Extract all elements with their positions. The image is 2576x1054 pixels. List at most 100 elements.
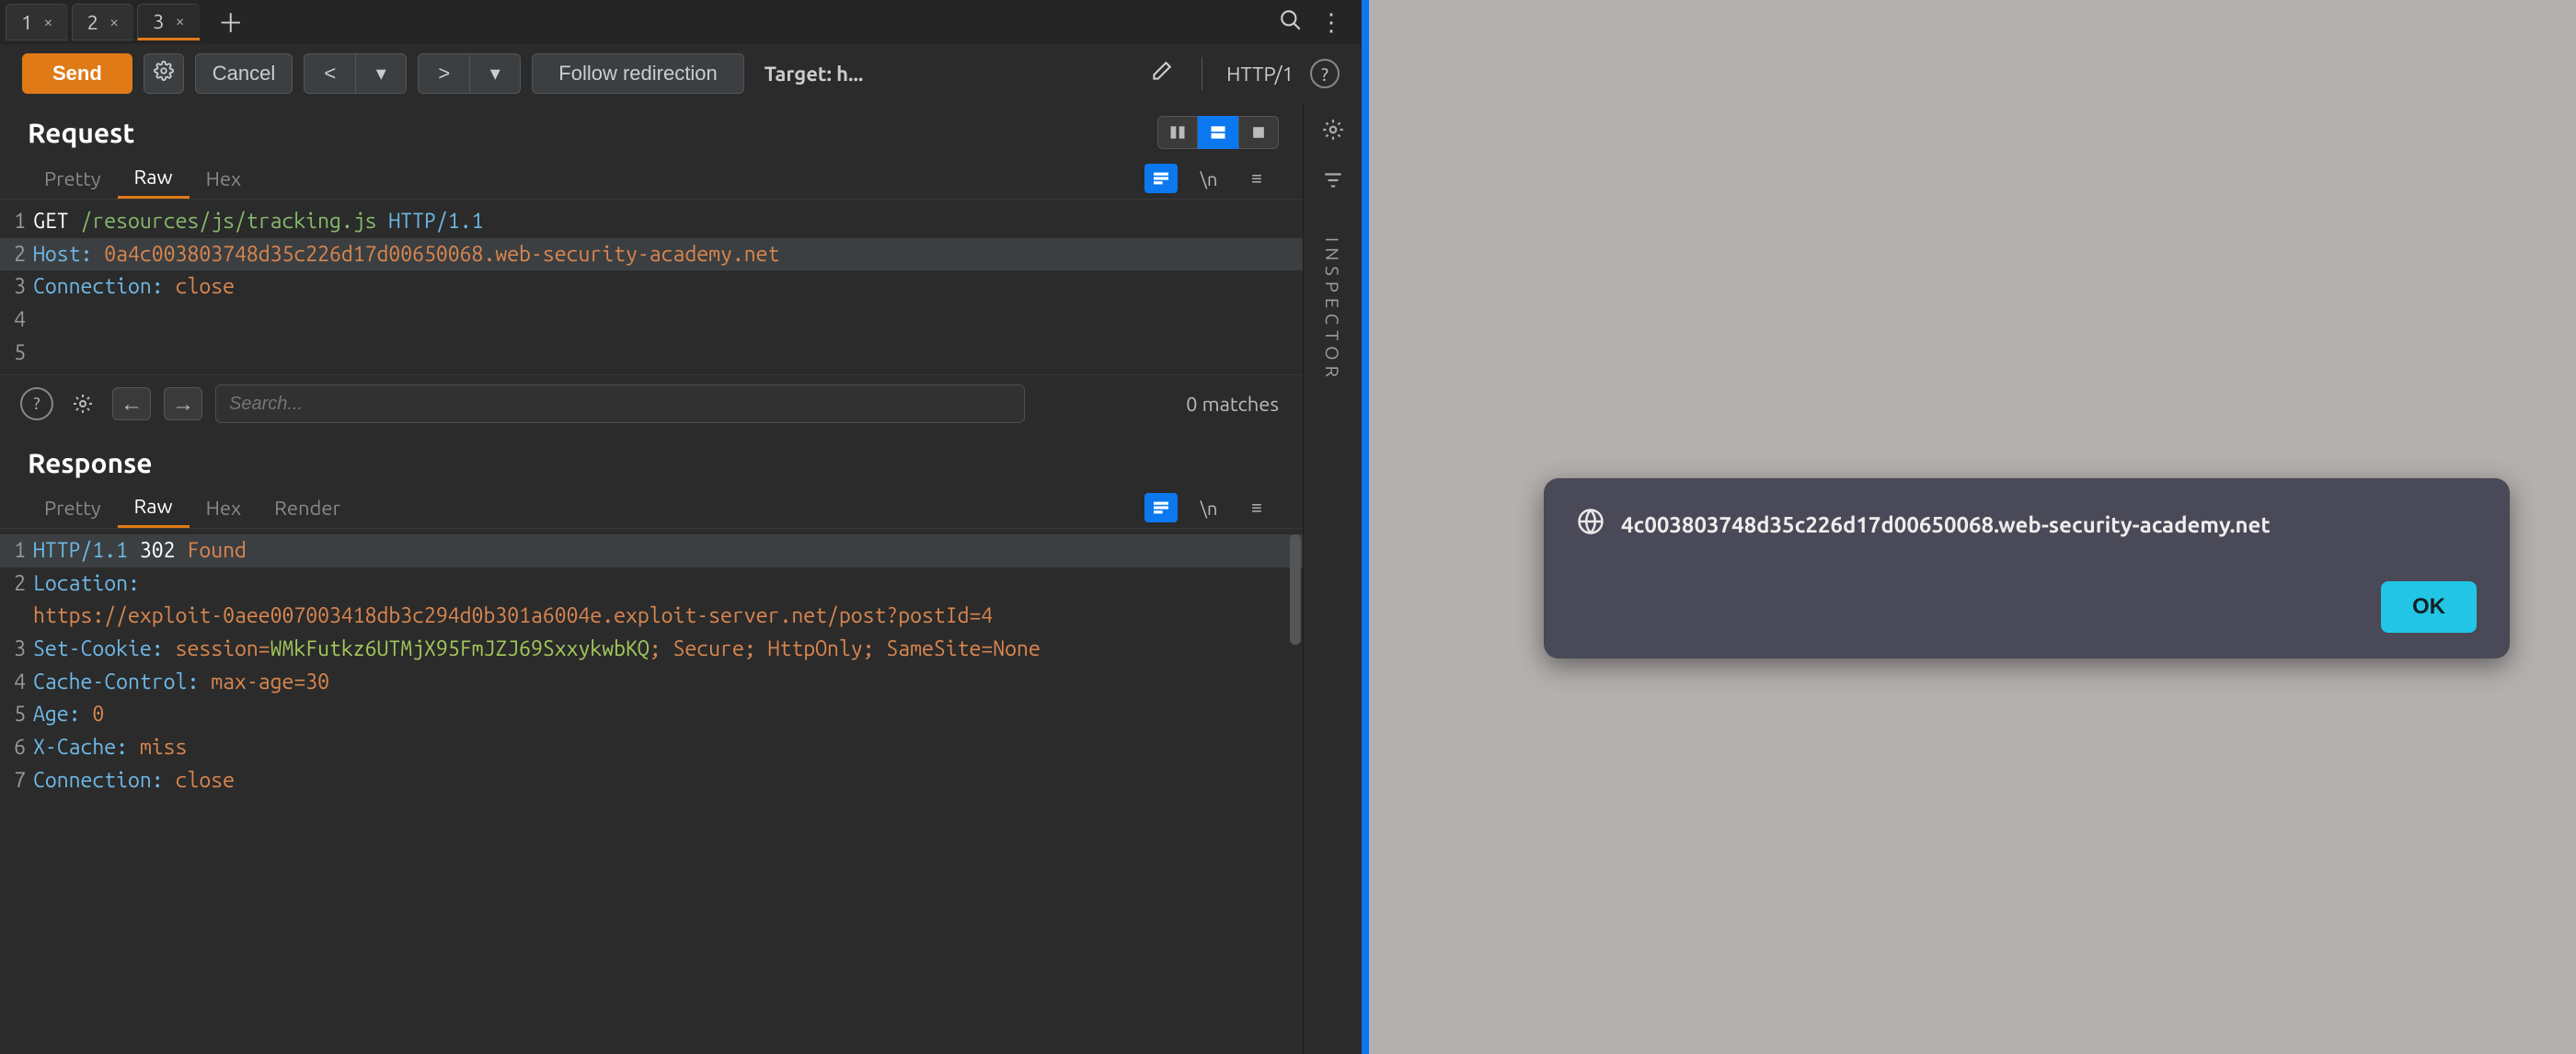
chevron-right-icon: > <box>438 62 450 86</box>
action-bar: Send Cancel < ▾ > ▾ Follow redirection T… <box>0 44 1362 103</box>
close-icon[interactable]: × <box>43 13 52 31</box>
help-icon[interactable]: ? <box>1310 59 1340 88</box>
code-line[interactable]: 3Connection: close <box>0 270 1303 304</box>
code-line[interactable]: 2Location: <box>0 567 1303 601</box>
code-line[interactable]: 7Connection: close <box>0 764 1303 797</box>
request-view-tabs: Pretty Raw Hex \n ≡ <box>0 153 1303 200</box>
render-pane: 4c003803748d35c226d17d00650068.web-secur… <box>1362 0 2576 1054</box>
response-view-tools: \n ≡ <box>1144 493 1279 522</box>
search-icon[interactable] <box>1279 8 1303 37</box>
gear-icon[interactable] <box>1321 118 1345 146</box>
search-input[interactable] <box>215 384 1025 423</box>
code-line[interactable]: 6X-Cache: miss <box>0 731 1303 764</box>
code-line[interactable]: 3Set-Cookie: session=WMkFutkz6UTMjX95FmJ… <box>0 633 1303 666</box>
code-line[interactable]: https://exploit-0aee007003418db3c294d0b3… <box>0 600 1303 633</box>
tab-bar: 1 × 2 × 3 × ＋ ⋮ <box>0 0 1362 44</box>
request-view-tools: \n ≡ <box>1144 164 1279 193</box>
alert-dialog: 4c003803748d35c226d17d00650068.web-secur… <box>1544 478 2510 659</box>
send-button[interactable]: Send <box>22 53 132 94</box>
code-line[interactable]: 1GET /resources/js/tracking.js HTTP/1.1 <box>0 205 1303 238</box>
hamburger-icon[interactable]: ≡ <box>1240 164 1273 193</box>
history-forward-button[interactable]: > <box>418 53 469 94</box>
code-line[interactable]: 2Host: 0a4c003803748d35c226d17d00650068.… <box>0 238 1303 271</box>
code-line[interactable]: 5 <box>0 337 1303 370</box>
layout-toggle <box>1157 116 1279 149</box>
scrollbar[interactable] <box>1290 534 1301 1048</box>
code-line[interactable]: 1HTTP/1.1 302 Found <box>0 534 1303 567</box>
request-editor[interactable]: 1GET /resources/js/tracking.js HTTP/1.12… <box>0 200 1303 374</box>
search-prev-button[interactable]: ← <box>112 387 151 420</box>
response-editor[interactable]: 1HTTP/1.1 302 Found2Location: https://ex… <box>0 529 1303 1054</box>
tab-label: 1 <box>21 11 32 34</box>
action-right: HTTP/1 ? <box>1144 57 1340 90</box>
alert-actions: OK <box>1577 581 2477 633</box>
tab-pretty[interactable]: Pretty <box>28 160 118 198</box>
history-forward-menu[interactable]: ▾ <box>469 53 521 94</box>
chevron-down-icon: ▾ <box>376 62 386 86</box>
code-line[interactable]: 5Age: 0 <box>0 698 1303 731</box>
add-tab-button[interactable]: ＋ <box>214 6 247 39</box>
repeater-pane: 1 × 2 × 3 × ＋ ⋮ Send Cancel < ▾ <box>0 0 1362 1054</box>
request-title: Request <box>28 117 134 148</box>
request-panel: Request Pretty Ra <box>0 103 1303 434</box>
alert-host: 4c003803748d35c226d17d00650068.web-secur… <box>1621 512 2271 537</box>
history-back-menu[interactable]: ▾ <box>355 53 407 94</box>
inspector-rail: INSPECTOR <box>1303 103 1362 1054</box>
layout-single-button[interactable] <box>1238 116 1279 149</box>
edit-target-icon[interactable] <box>1144 60 1178 88</box>
gear-icon[interactable] <box>66 387 99 420</box>
alert-message-row: 4c003803748d35c226d17d00650068.web-secur… <box>1577 508 2477 541</box>
response-view-tabs: Pretty Raw Hex Render \n ≡ <box>0 482 1303 529</box>
cancel-button[interactable]: Cancel <box>195 53 293 94</box>
history-fwd-group: > ▾ <box>418 53 521 94</box>
response-title: Response <box>28 447 153 478</box>
inspector-label[interactable]: INSPECTOR <box>1322 237 1343 383</box>
history-back-button[interactable]: < <box>304 53 355 94</box>
tab-pretty[interactable]: Pretty <box>28 489 118 527</box>
history-back-group: < ▾ <box>304 53 407 94</box>
tab-3[interactable]: 3 × <box>137 4 200 40</box>
gear-icon <box>154 61 174 86</box>
code-line[interactable]: 4 <box>0 304 1303 337</box>
tab-hex[interactable]: Hex <box>190 489 259 527</box>
tab-hex[interactable]: Hex <box>190 160 259 198</box>
close-icon[interactable]: × <box>109 13 119 31</box>
response-header: Response <box>0 434 1303 482</box>
editor-column: Request Pretty Ra <box>0 103 1303 1054</box>
settings-button[interactable] <box>144 53 184 94</box>
tab-2[interactable]: 2 × <box>72 4 134 40</box>
layout-columns-button[interactable] <box>1157 116 1198 149</box>
actions-icon[interactable] <box>1144 164 1178 193</box>
tab-label: 2 <box>87 11 98 34</box>
help-icon[interactable]: ? <box>20 387 53 420</box>
chevron-left-icon: < <box>324 62 336 86</box>
response-panel: Response Pretty Raw Hex Render \n ≡ <box>0 434 1303 1054</box>
code-line[interactable]: 4Cache-Control: max-age=30 <box>0 666 1303 699</box>
tab-raw[interactable]: Raw <box>118 487 190 528</box>
follow-redirection-button[interactable]: Follow redirection <box>532 53 743 94</box>
search-next-button[interactable]: → <box>164 387 202 420</box>
newline-icon[interactable]: \n <box>1192 164 1225 193</box>
tab-label: 3 <box>153 10 164 33</box>
newline-icon[interactable]: \n <box>1192 493 1225 522</box>
target-label: Target: h... <box>765 63 864 86</box>
tab-1[interactable]: 1 × <box>6 4 68 40</box>
kebab-menu-icon[interactable]: ⋮ <box>1319 8 1343 37</box>
ok-button[interactable]: OK <box>2381 581 2477 633</box>
http-version-label[interactable]: HTTP/1 <box>1226 63 1294 86</box>
globe-icon <box>1577 508 1604 541</box>
match-count: 0 matches <box>1186 393 1279 416</box>
scrollbar-thumb[interactable] <box>1290 534 1301 645</box>
chevron-down-icon: ▾ <box>490 62 500 86</box>
main-split: Request Pretty Ra <box>0 103 1362 1054</box>
actions-icon[interactable] <box>1144 493 1178 522</box>
filter-icon[interactable] <box>1321 168 1345 197</box>
close-icon[interactable]: × <box>176 12 185 30</box>
tab-raw[interactable]: Raw <box>118 158 190 199</box>
request-header: Request <box>0 103 1303 153</box>
tab-tools: ⋮ <box>1279 8 1362 37</box>
hamburger-icon[interactable]: ≡ <box>1240 493 1273 522</box>
layout-rows-button[interactable] <box>1198 116 1238 149</box>
tab-render[interactable]: Render <box>258 489 357 527</box>
request-search-row: ? ← → 0 matches <box>0 374 1303 434</box>
